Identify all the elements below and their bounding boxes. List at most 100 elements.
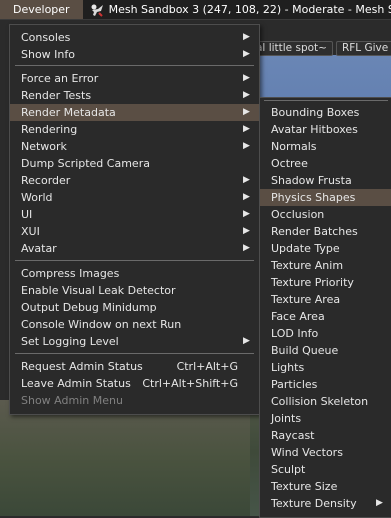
submenu-arrow-icon: ▶ — [243, 107, 250, 117]
submenu-item-label: Octree — [271, 157, 308, 170]
submenu-item-label: Texture Priority — [271, 276, 354, 289]
submenu-item[interactable]: Wind Vectors — [260, 444, 391, 461]
menu-item[interactable]: Force an Error ▶ — [10, 70, 259, 87]
submenu-item[interactable]: Texture Priority — [260, 274, 391, 291]
menu-item[interactable]: Avatar ▶ — [10, 240, 259, 257]
menu-item[interactable]: Leave Admin Status Ctrl+Alt+Shift+G — [10, 375, 259, 392]
menu-item[interactable]: Render Metadata ▶ — [10, 104, 259, 121]
menu-item-label: Rendering — [21, 123, 78, 136]
menu-item-label: Leave Admin Status — [21, 377, 131, 390]
flying-icon — [91, 4, 103, 17]
menu-item-label: XUI — [21, 225, 40, 238]
menu-item[interactable]: UI ▶ — [10, 206, 259, 223]
menu-item[interactable]: Rendering ▶ — [10, 121, 259, 138]
submenu-arrow-icon: ▶ — [243, 49, 250, 59]
menu-item-label: Console Window on next Run — [21, 318, 182, 331]
menu-separator — [15, 353, 254, 354]
menu-item-label: Compress Images — [21, 267, 120, 280]
submenu-arrow-icon: ▶ — [243, 32, 250, 42]
menu-item[interactable]: Request Admin Status Ctrl+Alt+G — [10, 358, 259, 375]
location-title: Mesh Sandbox 3 (247, 108, 22) - Moderate… — [83, 0, 391, 19]
submenu-item[interactable]: Update Type — [260, 240, 391, 257]
menu-item[interactable]: Network ▶ — [10, 138, 259, 155]
top-menu-bar: Developer Mesh Sandbox 3 (247, 108, 22) … — [0, 0, 391, 20]
menu-item[interactable]: Compress Images — [10, 265, 259, 282]
submenu-item[interactable]: Lights — [260, 359, 391, 376]
submenu-item[interactable]: Shadow Frusta — [260, 172, 391, 189]
menu-item[interactable]: World ▶ — [10, 189, 259, 206]
submenu-item[interactable]: Occlusion — [260, 206, 391, 223]
submenu-item[interactable]: LOD Info — [260, 325, 391, 342]
menu-item-label: UI — [21, 208, 33, 221]
submenu-item-label: Normals — [271, 140, 317, 153]
menu-separator — [264, 100, 388, 101]
submenu-item-label: Bounding Boxes — [271, 106, 360, 119]
menu-item-label: Avatar — [21, 242, 57, 255]
submenu-arrow-icon: ▶ — [243, 209, 250, 219]
submenu-item[interactable]: Physics Shapes — [260, 189, 391, 206]
submenu-item[interactable]: Render Batches — [260, 223, 391, 240]
submenu-item[interactable]: Octree — [260, 155, 391, 172]
submenu-item[interactable]: Texture Area — [260, 291, 391, 308]
submenu-item-label: LOD Info — [271, 327, 319, 340]
menu-item-label: Render Tests — [21, 89, 92, 102]
submenu-item-label: Joints — [271, 412, 302, 425]
menu-item[interactable]: Consoles ▶ — [10, 29, 259, 46]
submenu-item-label: Physics Shapes — [271, 191, 356, 204]
menu-item[interactable]: Recorder ▶ — [10, 172, 259, 189]
menu-item-label: Set Logging Level — [21, 335, 119, 348]
menu-item-label: Show Info — [21, 48, 75, 61]
submenu-item-label: Texture Density — [271, 497, 357, 510]
submenu-item-label: Texture Anim — [271, 259, 344, 272]
menu-item: Show Admin Menu — [10, 392, 259, 409]
submenu-item[interactable]: Build Queue — [260, 342, 391, 359]
submenu-item-label: Collision Skeleton — [271, 395, 369, 408]
title-text: Mesh Sandbox 3 (247, 108, 22) - Moderate… — [108, 3, 391, 16]
nearby-chip[interactable]: RFL Give — [335, 41, 391, 56]
submenu-arrow-icon: ▶ — [243, 73, 250, 83]
submenu-item[interactable]: Joints — [260, 410, 391, 427]
submenu-item-label: Texture Area — [271, 293, 341, 306]
menu-item-label: Request Admin Status — [21, 360, 143, 373]
menu-item-label: Show Admin Menu — [21, 394, 123, 407]
submenu-item-label: Build Queue — [271, 344, 339, 357]
menu-item-label: Force an Error — [21, 72, 99, 85]
menu-item[interactable]: Dump Scripted Camera — [10, 155, 259, 172]
submenu-item-label: Lights — [271, 361, 305, 374]
menu-item[interactable]: Output Debug Minidump — [10, 299, 259, 316]
menu-item[interactable]: Enable Visual Leak Detector — [10, 282, 259, 299]
submenu-item[interactable]: Collision Skeleton — [260, 393, 391, 410]
menu-item[interactable]: Set Logging Level ▶ — [10, 333, 259, 350]
shortcut-label: Ctrl+Alt+G — [176, 360, 238, 373]
menu-item[interactable]: XUI ▶ — [10, 223, 259, 240]
submenu-arrow-icon: ▶ — [243, 90, 250, 100]
menu-item-label: Dump Scripted Camera — [21, 157, 150, 170]
submenu-item[interactable]: Particles — [260, 376, 391, 393]
developer-dropdown: Consoles ▶ Show Info ▶ Force an Error ▶ Render… — [9, 24, 260, 415]
submenu-item[interactable]: Face Area — [260, 308, 391, 325]
submenu-item[interactable]: Avatar Hitboxes — [260, 121, 391, 138]
submenu-item-label: Sculpt — [271, 463, 306, 476]
submenu-item[interactable]: Texture Anim — [260, 257, 391, 274]
submenu-item[interactable]: Sculpt — [260, 461, 391, 478]
developer-menu[interactable]: Developer — [0, 0, 83, 19]
menu-item[interactable]: Render Tests ▶ — [10, 87, 259, 104]
nearby-chip[interactable]: al little spot~ — [250, 41, 333, 56]
shortcut-label: Ctrl+Alt+Shift+G — [142, 377, 238, 390]
submenu-arrow-icon: ▶ — [243, 243, 250, 253]
submenu-item-label: Wind Vectors — [271, 446, 343, 459]
nearby-strip: al little spot~ RFL Give — [250, 41, 391, 56]
menu-item[interactable]: Console Window on next Run — [10, 316, 259, 333]
submenu-item-label: Update Type — [271, 242, 340, 255]
menu-item[interactable]: Show Info ▶ — [10, 46, 259, 63]
submenu-item[interactable]: Texture Size — [260, 478, 391, 495]
submenu-item[interactable]: Normals — [260, 138, 391, 155]
submenu-item[interactable]: Raycast — [260, 427, 391, 444]
submenu-item[interactable]: Texture Density ▶ — [260, 495, 391, 512]
menu-separator — [15, 260, 254, 261]
submenu-item-label: Particles — [271, 378, 318, 391]
submenu-item[interactable]: Bounding Boxes — [260, 104, 391, 121]
submenu-arrow-icon: ▶ — [243, 175, 250, 185]
submenu-item-label: Shadow Frusta — [271, 174, 352, 187]
submenu-arrow-icon: ▶ — [243, 124, 250, 134]
